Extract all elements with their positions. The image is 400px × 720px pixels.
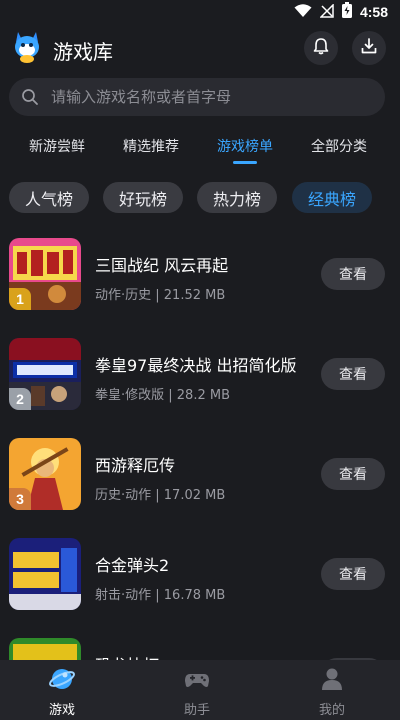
search-bar[interactable] (9, 78, 385, 116)
game-list: 1 三国战纪 风云再起 动作·历史 | 21.52 MB 查看 2 拳皇97最终… (0, 232, 400, 660)
game-row[interactable]: 1 三国战纪 风云再起 动作·历史 | 21.52 MB 查看 (0, 232, 400, 332)
tab-featured[interactable]: 精选推荐 (123, 136, 179, 156)
chip-classic[interactable]: 经典榜 (292, 182, 372, 213)
nav-assistant[interactable]: 助手 (157, 664, 237, 718)
game-title: 合金弹头2 (95, 556, 170, 575)
category-tabs: 新游尝鲜 精选推荐 游戏榜单 全部分类 (0, 130, 400, 166)
status-icons: 4:58 (294, 2, 388, 22)
game-row[interactable]: 3 西游释厄传 历史·动作 | 17.02 MB 查看 (0, 432, 400, 532)
game-cover-image: 1 (9, 238, 81, 310)
game-meta: 拳皇·修改版 | 28.2 MB (95, 388, 230, 403)
game-title: 恐龙快打 (95, 652, 159, 660)
app-header: 游戏库 (0, 26, 400, 72)
tab-new-games[interactable]: 新游尝鲜 (29, 136, 85, 156)
nav-profile[interactable]: 我的 (292, 664, 372, 718)
view-button[interactable]: 查看 (321, 558, 385, 590)
game-meta: 动作·历史 | 21.52 MB (95, 288, 226, 303)
game-title: 三国战纪 风云再起 (95, 256, 229, 275)
game-cover-image: 3 (9, 438, 81, 510)
no-signal-icon (319, 2, 334, 22)
user-icon (292, 666, 372, 696)
game-title: 拳皇97最终决战 出招简化版 (95, 356, 297, 375)
bottom-navigation: 游戏 助手 我的 (0, 660, 400, 720)
game-row[interactable]: 恐龙快打 查看 (0, 632, 400, 660)
search-input[interactable] (51, 78, 371, 116)
battery-icon (341, 2, 352, 22)
game-row[interactable]: 2 拳皇97最终决战 出招简化版 拳皇·修改版 | 28.2 MB 查看 (0, 332, 400, 432)
rank-badge: 2 (9, 388, 31, 410)
game-meta: 射击·动作 | 16.78 MB (95, 588, 226, 603)
notification-button[interactable] (304, 31, 338, 65)
chip-fun[interactable]: 好玩榜 (103, 182, 183, 213)
wifi-icon (294, 3, 312, 22)
status-bar: 4:58 (0, 0, 400, 22)
nav-label: 游戏 (48, 703, 75, 718)
rank-badge: 3 (9, 488, 31, 510)
view-button[interactable]: 查看 (321, 358, 385, 390)
download-icon (361, 38, 377, 58)
bell-icon (313, 37, 329, 59)
view-button[interactable]: 查看 (321, 258, 385, 290)
chip-popular[interactable]: 人气榜 (9, 182, 89, 213)
ranking-filter-chips: 人气榜 好玩榜 热力榜 经典榜 (0, 180, 400, 216)
chip-hot[interactable]: 热力榜 (197, 182, 277, 213)
status-time: 4:58 (359, 4, 388, 20)
download-button[interactable] (352, 31, 386, 65)
page-title: 游戏库 (53, 40, 113, 64)
game-row[interactable]: 合金弹头2 射击·动作 | 16.78 MB 查看 (0, 532, 400, 632)
search-icon (21, 88, 39, 110)
nav-label: 助手 (183, 703, 210, 718)
tab-all-categories[interactable]: 全部分类 (311, 136, 367, 156)
view-button[interactable]: 查看 (321, 458, 385, 490)
nav-label: 我的 (318, 703, 345, 718)
game-cover-image (9, 638, 81, 660)
game-cover-image (9, 538, 81, 610)
planet-icon (22, 666, 102, 696)
nav-games[interactable]: 游戏 (22, 664, 102, 718)
game-meta: 历史·动作 | 17.02 MB (95, 488, 226, 503)
game-cover-image: 2 (9, 338, 81, 410)
game-title: 西游释厄传 (95, 456, 176, 475)
tab-rankings[interactable]: 游戏榜单 (217, 136, 273, 156)
gamepad-icon (157, 666, 237, 696)
app-logo (12, 30, 42, 64)
active-tab-indicator (233, 161, 257, 164)
rank-badge: 1 (9, 288, 31, 310)
